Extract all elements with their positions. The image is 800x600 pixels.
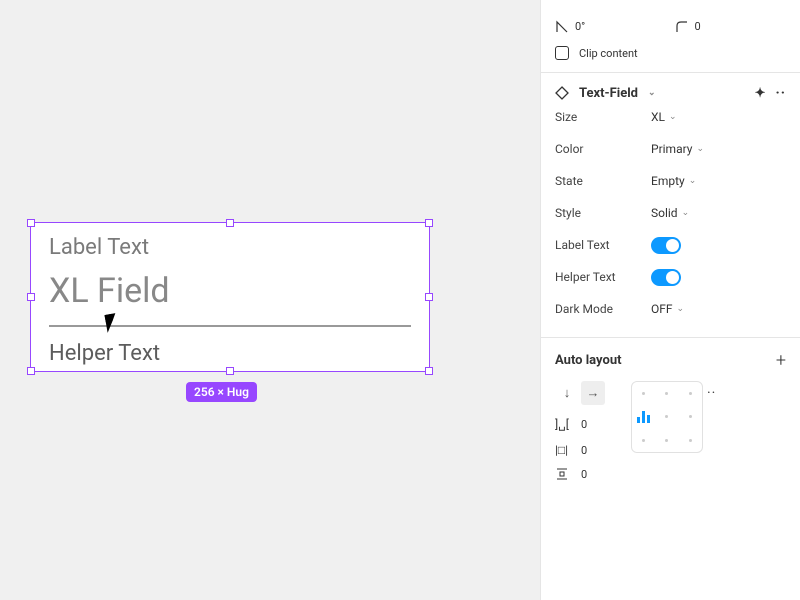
component-section: Text-Field ⌄ ✦ ·· Size XL⌄ Color Primary… — [541, 73, 800, 338]
label-text-toggle[interactable] — [651, 237, 681, 254]
clip-content-checkbox[interactable] — [555, 46, 569, 60]
add-icon[interactable]: + — [776, 350, 786, 371]
align-dot[interactable] — [665, 415, 668, 418]
prop-state-value[interactable]: Empty⌄ — [651, 174, 696, 188]
align-dot[interactable] — [689, 415, 692, 418]
gap-value[interactable]: 0 — [581, 418, 587, 431]
resize-handle-tm[interactable] — [226, 219, 234, 227]
prop-labeltext-label: Label Text — [555, 238, 651, 252]
prop-state-label: State — [555, 174, 651, 188]
more-icon[interactable]: ·· — [707, 385, 716, 401]
field-underline — [49, 325, 411, 327]
direction-vertical-button[interactable]: ↓ — [555, 381, 579, 405]
clip-content-label: Clip content — [579, 47, 638, 60]
rotation-value[interactable]: 0° — [575, 20, 585, 33]
resize-handle-ml[interactable] — [27, 293, 35, 301]
align-dot[interactable] — [642, 392, 645, 395]
auto-layout-title: Auto layout — [555, 353, 622, 368]
prop-color-label: Color — [555, 142, 651, 156]
component-name[interactable]: Text-Field — [579, 86, 638, 101]
corner-radius-value[interactable]: 0 — [695, 20, 701, 33]
chevron-down-icon: ⌄ — [669, 112, 677, 122]
resize-handle-tr[interactable] — [425, 219, 433, 227]
chevron-down-icon: ⌄ — [696, 144, 704, 154]
corner-radius-icon — [675, 19, 689, 33]
align-dot[interactable] — [689, 439, 692, 442]
prop-color-value[interactable]: Primary⌄ — [651, 142, 704, 156]
chevron-down-icon[interactable]: ⌄ — [648, 88, 656, 98]
auto-layout-section: Auto layout + ↓ → ]␣[ 0 |□| 0 — [541, 338, 800, 493]
design-canvas[interactable]: Label Text XL Field Helper Text 256 × Hu… — [0, 0, 540, 600]
sparkle-icon[interactable]: ✦ — [755, 86, 766, 101]
prop-style-label: Style — [555, 206, 651, 220]
prop-darkmode-value[interactable]: OFF⌄ — [651, 302, 684, 316]
align-dot[interactable] — [689, 392, 692, 395]
gap-icon: ]␣[ — [555, 417, 573, 431]
prop-size-value[interactable]: XL⌄ — [651, 110, 677, 124]
more-icon[interactable]: ·· — [776, 85, 786, 101]
align-dot[interactable] — [665, 439, 668, 442]
chevron-down-icon: ⌄ — [682, 208, 690, 218]
helper-text-toggle[interactable] — [651, 269, 681, 286]
padding-v-value[interactable]: 0 — [581, 468, 587, 481]
padding-v-icon — [555, 467, 573, 481]
padding-h-icon: |□| — [555, 443, 573, 457]
rotation-icon — [555, 19, 569, 33]
prop-helpertext-label: Helper Text — [555, 270, 651, 284]
align-dot[interactable] — [642, 439, 645, 442]
padding-h-value[interactable]: 0 — [581, 444, 587, 457]
direction-horizontal-button[interactable]: → — [581, 381, 605, 405]
resize-handle-bl[interactable] — [27, 367, 35, 375]
resize-handle-br[interactable] — [425, 367, 433, 375]
resize-handle-mr[interactable] — [425, 293, 433, 301]
field-helper-text: Helper Text — [49, 341, 160, 366]
align-dot[interactable] — [665, 392, 668, 395]
chevron-down-icon: ⌄ — [677, 304, 685, 314]
component-icon — [555, 86, 569, 100]
prop-size-label: Size — [555, 110, 651, 124]
field-label-text: Label Text — [49, 235, 149, 260]
inspector-panel: 0° 0 Clip content Text-Field ⌄ ✦ ·· Size… — [540, 0, 800, 600]
field-placeholder: XL Field — [49, 271, 170, 311]
prop-darkmode-label: Dark Mode — [555, 302, 651, 316]
selected-frame[interactable]: Label Text XL Field Helper Text — [30, 222, 430, 372]
dimensions-badge: 256 × Hug — [186, 382, 257, 402]
resize-handle-tl[interactable] — [27, 219, 35, 227]
align-center-left[interactable] — [635, 411, 653, 423]
chevron-down-icon: ⌄ — [689, 176, 697, 186]
resize-handle-bm[interactable] — [226, 367, 234, 375]
prop-style-value[interactable]: Solid⌄ — [651, 206, 689, 220]
alignment-grid[interactable] — [631, 381, 703, 453]
transform-section: 0° 0 Clip content — [541, 0, 800, 73]
